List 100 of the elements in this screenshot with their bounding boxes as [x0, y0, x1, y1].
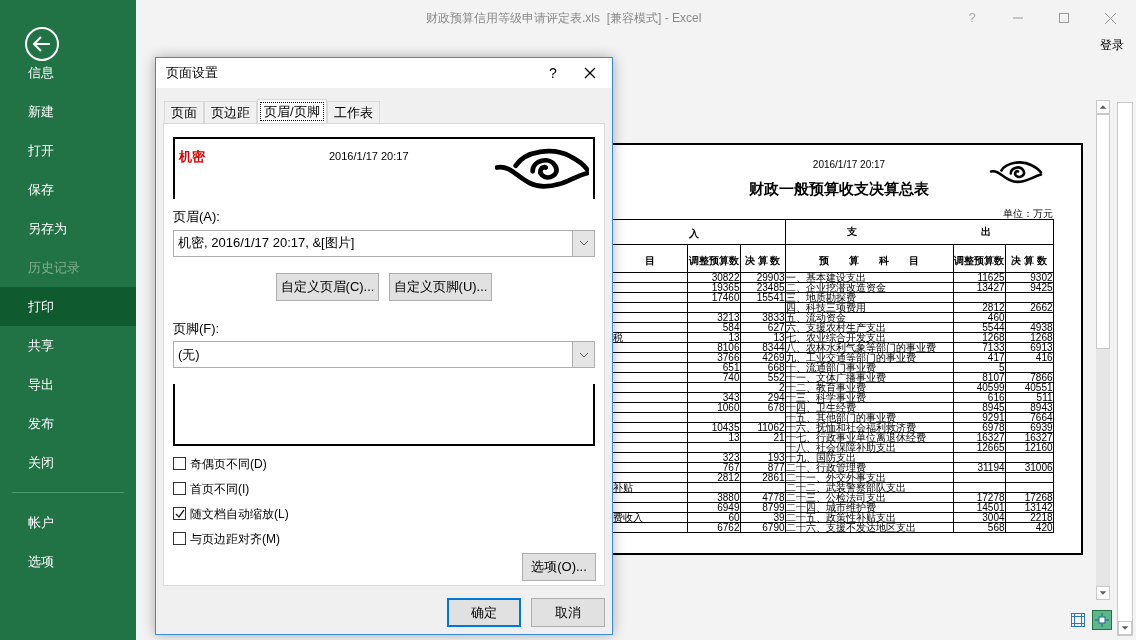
- table-cell-text: 584: [721, 323, 740, 332]
- header-center-text: 2016/1/17 20:17: [329, 149, 409, 164]
- backstage-item[interactable]: 共享: [0, 326, 136, 365]
- table-cell-text: 11062: [756, 423, 785, 432]
- table-cell-text: 7664: [1029, 413, 1053, 422]
- table-cell-text: 6913: [1029, 343, 1053, 352]
- backstage-item[interactable]: 发布: [0, 404, 136, 443]
- table-cell-text: 568: [986, 523, 1005, 532]
- table-cell-text: 5544: [981, 323, 1005, 332]
- table-cell-text: 三、地质勘探费: [785, 293, 857, 302]
- group-header: 入: [688, 228, 699, 239]
- table-cell-text: 420: [1034, 523, 1053, 532]
- table-cell-text: 1060: [716, 403, 740, 412]
- table-cell-text: 12160: [1023, 443, 1053, 452]
- checkbox[interactable]: [173, 532, 186, 545]
- ok-button[interactable]: 确定: [447, 598, 521, 627]
- table-cell-text: 1268: [1029, 333, 1053, 342]
- table-cell-text: 17278: [975, 493, 1005, 502]
- table-cell-text: 3766: [716, 353, 740, 362]
- table-cell-text: 21: [772, 433, 785, 442]
- table-cell-text: 511: [1035, 393, 1053, 402]
- backstage-item[interactable]: 信息: [0, 53, 136, 92]
- table-cell-text: 30822: [710, 273, 740, 282]
- show-margins-icon[interactable]: [1070, 612, 1086, 628]
- table-cell-text: 11625: [976, 273, 1005, 282]
- dialog-button[interactable]: 自定义页眉(C)...: [276, 272, 379, 301]
- checkbox[interactable]: [173, 482, 186, 495]
- outer-scrollbar[interactable]: [1117, 102, 1133, 636]
- table-cell-text: 8943: [1029, 403, 1053, 412]
- table-cell-text: 16327: [975, 433, 1005, 442]
- close-icon[interactable]: [1105, 12, 1116, 24]
- scroll-thumb[interactable]: [1096, 114, 1110, 349]
- table-cell-text: 五、流动资金: [785, 313, 847, 322]
- table-cell-text: 4778: [761, 493, 785, 502]
- column-header: 目: [644, 254, 655, 266]
- table-cell-text: 13: [727, 433, 740, 442]
- table-cell-text: 651: [721, 363, 740, 372]
- table-cell-text: 6949: [716, 503, 740, 512]
- table-cell-text: 13: [772, 333, 785, 342]
- dialog-tab[interactable]: 页眉/页脚: [257, 99, 327, 124]
- table-cell-text: 9291: [981, 413, 1005, 422]
- table-cell-text: 14501: [975, 503, 1005, 512]
- backstage-item[interactable]: 关闭: [0, 443, 136, 482]
- checkbox[interactable]: [173, 457, 186, 470]
- table-cell-text: 19365: [710, 283, 740, 292]
- backstage-item[interactable]: 新建: [0, 92, 136, 131]
- table-cell-text: 60: [727, 513, 740, 522]
- close-icon: [584, 67, 596, 79]
- footer-select[interactable]: (无): [173, 341, 595, 368]
- dialog-tab[interactable]: 页面: [164, 101, 204, 123]
- cancel-button[interactable]: 取消: [531, 598, 605, 627]
- table-cell-text: 二十、行政管理费: [785, 463, 867, 472]
- vertical-scrollbar[interactable]: [1096, 100, 1110, 600]
- help-button[interactable]: ?: [538, 62, 568, 84]
- table-cell-text: 十、流通部门事业费: [785, 363, 877, 372]
- dialog-button[interactable]: 选项(O)...: [522, 553, 596, 581]
- sign-in-link[interactable]: 登录: [1100, 36, 1124, 54]
- backstage-item[interactable]: 打开: [0, 131, 136, 170]
- dialog-tab[interactable]: 页边距: [204, 101, 257, 123]
- checkbox-label: 随文档自动缩放(L): [190, 505, 289, 523]
- column-header: 预 算 科 目: [819, 254, 920, 266]
- table-cell-text: 323: [721, 453, 740, 462]
- table-cell-text: 十二、教育事业费: [785, 383, 867, 392]
- backstage-item[interactable]: 保存: [0, 170, 136, 209]
- table-cell-text: 40551: [1023, 383, 1053, 392]
- table-cell-text: 4938: [1029, 323, 1053, 332]
- table-cell-text: 294: [766, 393, 785, 402]
- table-cell-text: 二十六、支援不发达地区支出: [785, 523, 917, 532]
- maximize-icon[interactable]: [1059, 13, 1069, 23]
- scroll-down-icon[interactable]: [1118, 621, 1132, 635]
- table-cell-text: 13427: [975, 283, 1005, 292]
- table-cell-text: 15541: [755, 293, 785, 302]
- table-cell-text: 460: [986, 313, 1005, 322]
- header-select[interactable]: 机密, 2016/1/17 20:17, &[图片]: [173, 229, 595, 257]
- table-cell-text: 4269: [761, 353, 785, 362]
- table-cell-text: 6978: [981, 423, 1005, 432]
- backstage-item[interactable]: 另存为: [0, 209, 136, 248]
- backstage-item[interactable]: 选项: [0, 542, 136, 581]
- page-date: 2016/1/17 20:17: [812, 158, 886, 172]
- scroll-up-icon[interactable]: [1096, 100, 1110, 114]
- dialog-button[interactable]: 自定义页脚(U)...: [389, 272, 492, 301]
- table-cell-text: 417: [986, 353, 1005, 362]
- group-header: 支: [847, 227, 858, 237]
- backstage-item[interactable]: 打印: [0, 287, 136, 326]
- zoom-to-page-button[interactable]: [1092, 610, 1112, 630]
- back-arrow-icon: [33, 36, 51, 52]
- back-button[interactable]: [25, 27, 59, 61]
- scroll-down-icon[interactable]: [1096, 586, 1110, 600]
- table-cell-text: 416: [1034, 353, 1053, 362]
- table-cell-text: 八、农林水利气象等部门的事业费: [785, 343, 937, 352]
- dialog-tab[interactable]: 工作表: [326, 101, 380, 123]
- backstage-item[interactable]: 导出: [0, 365, 136, 404]
- column-header: 决 算 数: [1011, 254, 1047, 266]
- table-cell-text: 6762: [716, 523, 740, 532]
- table-cell-text: 40599: [975, 383, 1005, 392]
- table-cell-text: 2861: [761, 473, 785, 482]
- backstage-item[interactable]: 帐户: [0, 503, 136, 542]
- table-cell-text: 8344: [761, 343, 785, 352]
- checkbox[interactable]: [173, 507, 186, 520]
- table-cell-text: 767: [721, 463, 740, 472]
